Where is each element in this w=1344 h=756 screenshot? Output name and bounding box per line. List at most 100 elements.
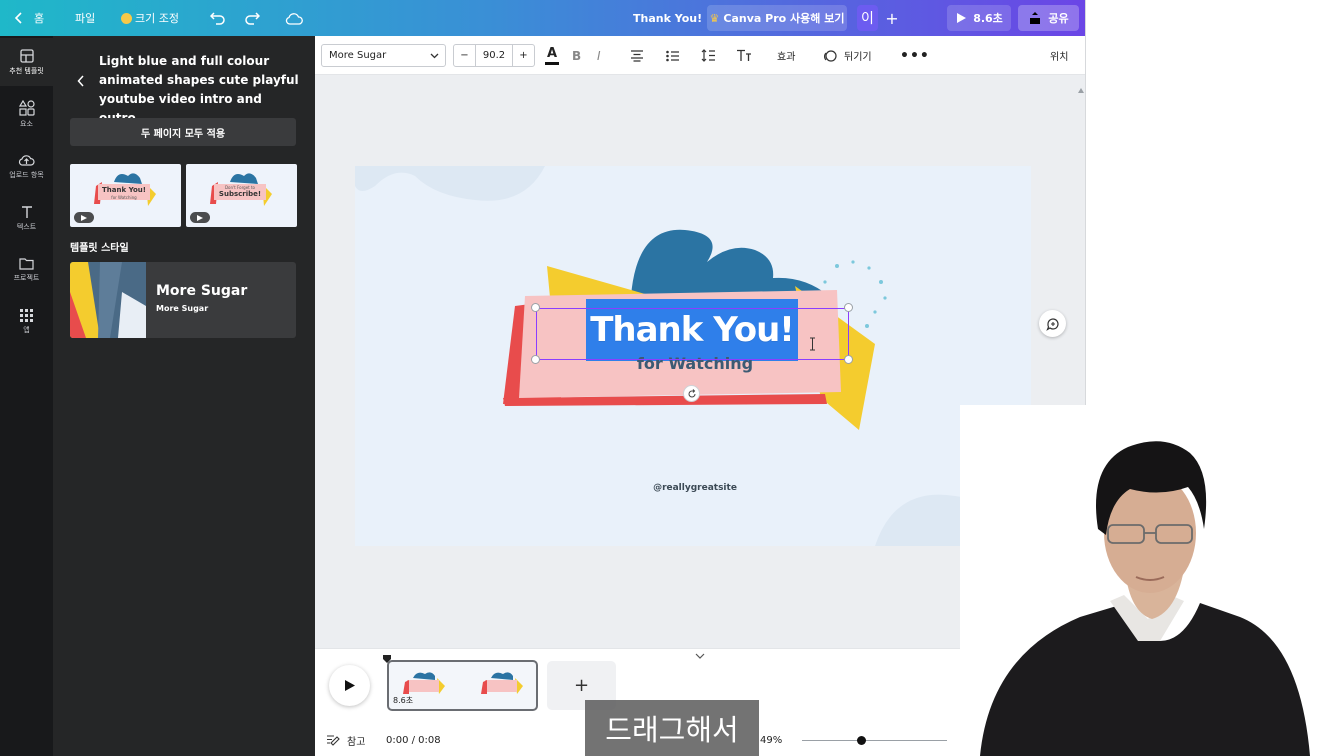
effects-label: 효과 [777,52,796,63]
rail-item-elements[interactable]: 요소 [0,90,53,138]
text-size-icon [737,49,751,61]
thumb-title: Thank You! [102,186,146,194]
playhead-marker[interactable] [383,648,391,663]
resize-handle-top-right[interactable] [844,303,853,312]
timeline-collapse-toggle[interactable] [695,644,707,659]
bold-button[interactable]: B [572,36,581,75]
video-badge [190,212,210,223]
avatar[interactable]: 이 [857,5,878,31]
style-subname: More Sugar [156,304,209,313]
notes-button[interactable]: 참고 [326,731,365,749]
rail-label: 추천 템플릿 [9,66,44,75]
text-selection-box[interactable] [536,308,849,360]
resize-button[interactable]: 크기 조정 [121,0,179,36]
cloud-save-status[interactable] [285,0,303,36]
increase-font-size-button[interactable]: + [512,45,534,66]
line-spacing-icon [701,49,715,62]
zoom-slider-track[interactable] [802,740,947,741]
zoom-level[interactable]: 49% [760,731,782,749]
undo-button[interactable] [210,0,226,36]
rail-item-apps[interactable]: 앱 [0,298,53,346]
upload-cloud-icon [18,154,35,166]
text-color-button[interactable]: A [544,36,560,75]
font-family-select[interactable]: More Sugar [321,44,446,67]
thumb-subtitle: for Watching [111,195,137,200]
bar-chart-icon [919,13,933,24]
canva-editor: 홈 파일 크기 조정 Thank You! ♛ Canva Pro 사용해 보기… [0,0,1344,756]
document-title[interactable]: Thank You! [633,0,702,36]
animate-button[interactable]: 뒤기기 [823,36,872,75]
notes-icon [327,735,340,746]
italic-icon: I [597,48,601,63]
template-icon [19,48,34,63]
share-icon [1030,12,1041,24]
animate-icon [824,49,837,62]
try-pro-button[interactable]: ♛ Canva Pro 사용해 보기 [707,5,847,31]
playback-time: 0:00 / 0:08 [386,731,441,749]
video-caption: 드래그해서 [585,700,759,756]
rail-item-uploads[interactable]: 업로드 항목 [0,142,53,190]
template-page-thumb-1[interactable]: Thank You! for Watching [70,164,181,227]
animate-label: 뒤기기 [844,52,872,63]
timeline-play-button[interactable] [329,665,370,706]
design-website-text[interactable]: @reallygreatsite [600,483,790,493]
list-button[interactable] [666,36,680,75]
align-button[interactable] [630,36,644,75]
style-card-more-sugar[interactable]: More Sugar More Sugar [70,262,296,338]
font-size-input[interactable]: 90.2 [476,50,512,61]
style-name: More Sugar [156,283,248,299]
file-menu[interactable]: 파일 [75,0,95,36]
bullet-list-icon [666,50,679,61]
play-icon [957,13,967,23]
left-rail: 추천 템플릿 요소 업로드 항목 텍스트 프로젝트 앱 [0,36,53,756]
italic-button[interactable]: I [597,36,601,75]
zoom-level-text: 49% [760,734,783,746]
rail-label: 앱 [23,326,30,334]
resize-handle-bottom-right[interactable] [844,355,853,364]
top-bar: 홈 파일 크기 조정 Thank You! ♛ Canva Pro 사용해 보기… [0,0,1086,36]
apply-all-pages-button[interactable]: 두 페이지 모두 적용 [70,118,296,146]
playback-time-text: 0:00 / 0:08 [386,734,441,746]
insights-button[interactable] [912,5,940,31]
redo-icon [245,12,260,25]
redo-button[interactable] [244,0,260,36]
rail-label: 요소 [20,119,33,128]
more-horizontal-icon: ••• [900,47,930,64]
undo-icon [210,12,225,25]
position-button[interactable]: 위치 [1050,36,1068,75]
rail-item-projects[interactable]: 프로젝트 [0,246,53,294]
text-color-icon: A [544,46,560,66]
comment-add-icon [1045,317,1059,331]
rail-item-text[interactable]: 텍스트 [0,194,53,242]
clip-duration: 8.6초 [393,696,414,705]
add-collaborator-button[interactable]: + [882,5,902,31]
share-button[interactable]: 공유 [1018,5,1079,31]
rail-item-templates[interactable]: 추천 템플릿 [0,38,53,86]
effects-button[interactable]: 효과 [777,36,795,75]
plus-icon: + [885,8,899,28]
scroll-up-arrow[interactable] [1078,78,1084,93]
home-button[interactable]: 홈 [14,0,44,36]
template-title: Light blue and full colour animated shap… [99,54,299,125]
avatar-initial: 이 [861,11,874,27]
document-title-text: Thank You! [633,11,703,25]
elements-icon [18,99,35,116]
template-page-thumb-2[interactable]: Don't Forget to Subscribe! [186,164,297,227]
add-comment-button[interactable] [1039,310,1066,337]
resize-handle-top-left[interactable] [531,303,540,312]
text-cursor-icon [809,336,816,351]
more-options-button[interactable]: ••• [900,36,930,75]
spacing-button[interactable] [701,36,716,75]
webcam-overlay [960,405,1344,756]
style-swatch [70,262,146,338]
back-button[interactable] [77,72,85,91]
timeline-clip[interactable]: 8.6초 [387,660,538,711]
play-preview-button[interactable]: 8.6초 [947,5,1011,31]
decrease-font-size-button[interactable]: − [454,45,476,66]
vertical-text-button[interactable] [736,36,752,75]
rotate-handle[interactable] [683,385,700,402]
crown-icon: ♛ [709,11,720,25]
resize-handle-bottom-left[interactable] [531,355,540,364]
zoom-slider-thumb[interactable] [857,736,866,745]
rotate-icon [688,388,695,397]
